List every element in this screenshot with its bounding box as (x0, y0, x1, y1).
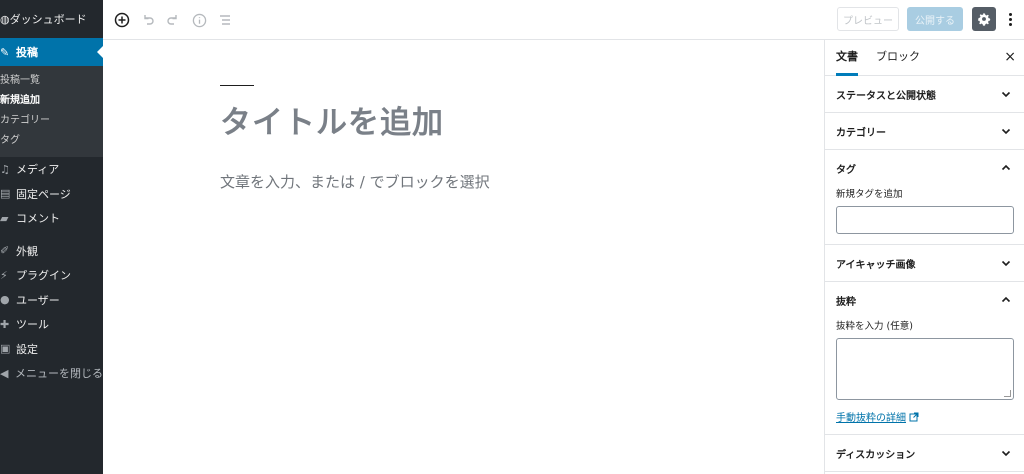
menu-users[interactable]: ● ユーザー (0, 288, 103, 313)
panel-discussion: ディスカッション (825, 435, 1024, 472)
tags-label: 新規タグを追加 (836, 189, 903, 200)
menu-collapse[interactable]: ◀ メニューを閉じる (0, 361, 103, 386)
excerpt-help-link[interactable]: 手動抜粋の詳細 (836, 409, 1013, 424)
panel-featured-toggle[interactable]: アイキャッチ画像 (825, 245, 1024, 281)
more-options-button[interactable] (1003, 9, 1017, 29)
chevron-down-icon (999, 124, 1013, 138)
chevron-down-icon (999, 87, 1013, 101)
panel-featured-title: アイキャッチ画像 (836, 259, 916, 271)
submenu-tags[interactable]: タグ (0, 131, 103, 151)
tab-block[interactable]: ブロック (876, 40, 920, 76)
excerpt-label: 抜粋を入力 (任意) (836, 321, 913, 332)
brush-icon: ✐ (0, 244, 10, 258)
dashboard-label: ダッシュボード (9, 13, 87, 26)
panel-status: ステータスと公開状態 (825, 76, 1024, 113)
submenu-all-posts[interactable]: 投稿一覧 (0, 71, 103, 91)
preview-button[interactable]: プレビュー (837, 7, 899, 31)
appearance-label: 外観 (16, 244, 38, 258)
panel-discussion-toggle[interactable]: ディスカッション (825, 435, 1024, 471)
panel-excerpt: 抜粋 抜粋を入力 (任意) 手動抜粋の詳細 (825, 282, 1024, 435)
settings-label: 設定 (16, 342, 38, 356)
menu-comments[interactable]: ▰ コメント (0, 206, 103, 231)
info-icon[interactable] (190, 11, 208, 29)
settings-icon: ▣ (0, 342, 11, 356)
publish-button[interactable]: 公開する (907, 7, 963, 31)
excerpt-textarea[interactable] (836, 338, 1014, 400)
sidebar-tabs: 文書 ブロック × (825, 40, 1024, 76)
add-tag-input[interactable] (836, 206, 1014, 234)
chevron-up-icon (999, 161, 1013, 175)
settings-button[interactable] (972, 7, 996, 31)
media-label: メディア (16, 163, 60, 177)
gear-icon (978, 13, 991, 26)
panel-tags-title: タグ (836, 164, 856, 176)
submenu-categories[interactable]: カテゴリー (0, 111, 103, 131)
panel-categories-title: カテゴリー (836, 127, 886, 139)
panel-status-toggle[interactable]: ステータスと公開状態 (825, 76, 1024, 112)
wrench-icon: ✚ (0, 317, 10, 331)
chevron-down-icon (999, 256, 1013, 270)
posts-submenu: 投稿一覧 新規追加 カテゴリー タグ (0, 66, 103, 157)
undo-icon[interactable] (139, 11, 157, 29)
close-icon[interactable]: × (1004, 49, 1016, 65)
menu-settings[interactable]: ▣ 設定 (0, 337, 103, 362)
menu-tools[interactable]: ✚ ツール (0, 312, 103, 337)
page-icon: ▤ (0, 187, 11, 201)
panel-status-title: ステータスと公開状態 (836, 90, 936, 102)
panel-categories: カテゴリー (825, 113, 1024, 150)
menu-media[interactable]: ♫ メディア (0, 157, 103, 182)
dashboard-icon: ◍ (0, 12, 10, 26)
block-placeholder[interactable]: 文章を入力、または / でブロックを選択 (220, 171, 490, 192)
menu-posts[interactable]: ✎ 投稿 (0, 38, 103, 66)
menu-plugins[interactable]: ⚡ プラグイン (0, 263, 103, 288)
posts-label: 投稿 (16, 46, 38, 59)
pin-icon: ✎ (0, 45, 10, 59)
redo-icon[interactable] (164, 11, 182, 29)
users-label: ユーザー (16, 293, 60, 307)
editor-toolbar: プレビュー 公開する (103, 0, 1024, 40)
plugin-icon: ⚡ (0, 268, 8, 282)
menu-appearance[interactable]: ✐ 外観 (0, 239, 103, 264)
panel-excerpt-title: 抜粋 (836, 296, 856, 308)
tab-document[interactable]: 文書 (836, 40, 858, 76)
panel-tags: タグ 新規タグを追加 (825, 150, 1024, 245)
chevron-down-icon (999, 446, 1013, 460)
plugins-label: プラグイン (16, 269, 71, 283)
panel-categories-toggle[interactable]: カテゴリー (825, 113, 1024, 149)
add-block-icon[interactable] (113, 11, 131, 29)
panel-excerpt-toggle[interactable]: 抜粋 (825, 282, 1024, 318)
external-link-icon (909, 412, 919, 421)
media-icon: ♫ (0, 162, 10, 176)
editor-canvas: タイトルを追加 文章を入力、または / でブロックを選択 (103, 40, 824, 474)
title-indicator (220, 85, 254, 86)
outline-icon[interactable] (216, 11, 234, 29)
user-icon: ● (0, 293, 10, 307)
panel-discussion-title: ディスカッション (836, 449, 916, 461)
menu-pages[interactable]: ▤ 固定ページ (0, 182, 103, 207)
panel-featured-image: アイキャッチ画像 (825, 245, 1024, 282)
panel-tags-toggle[interactable]: タグ (825, 150, 1024, 186)
pages-label: 固定ページ (16, 187, 71, 201)
comment-icon: ▰ (0, 211, 9, 225)
admin-sidebar: ◍ ダッシュボード ✎ 投稿 投稿一覧 新規追加 カテゴリー タグ ♫ メディア… (0, 0, 103, 474)
post-title-input[interactable]: タイトルを追加 (220, 97, 444, 142)
menu-dashboard[interactable]: ◍ ダッシュボード (0, 0, 103, 38)
tools-label: ツール (16, 318, 49, 332)
collapse-icon: ◀ (0, 366, 9, 380)
collapse-label: メニューを閉じる (15, 367, 103, 381)
chevron-up-icon (999, 293, 1013, 307)
comments-label: コメント (16, 212, 60, 226)
settings-sidebar: 文書 ブロック × ステータスと公開状態 カテゴリー タグ 新規タグを追加 アイ… (824, 40, 1024, 474)
excerpt-link-text: 手動抜粋の詳細 (836, 413, 906, 424)
submenu-add-new[interactable]: 新規追加 (0, 91, 103, 111)
